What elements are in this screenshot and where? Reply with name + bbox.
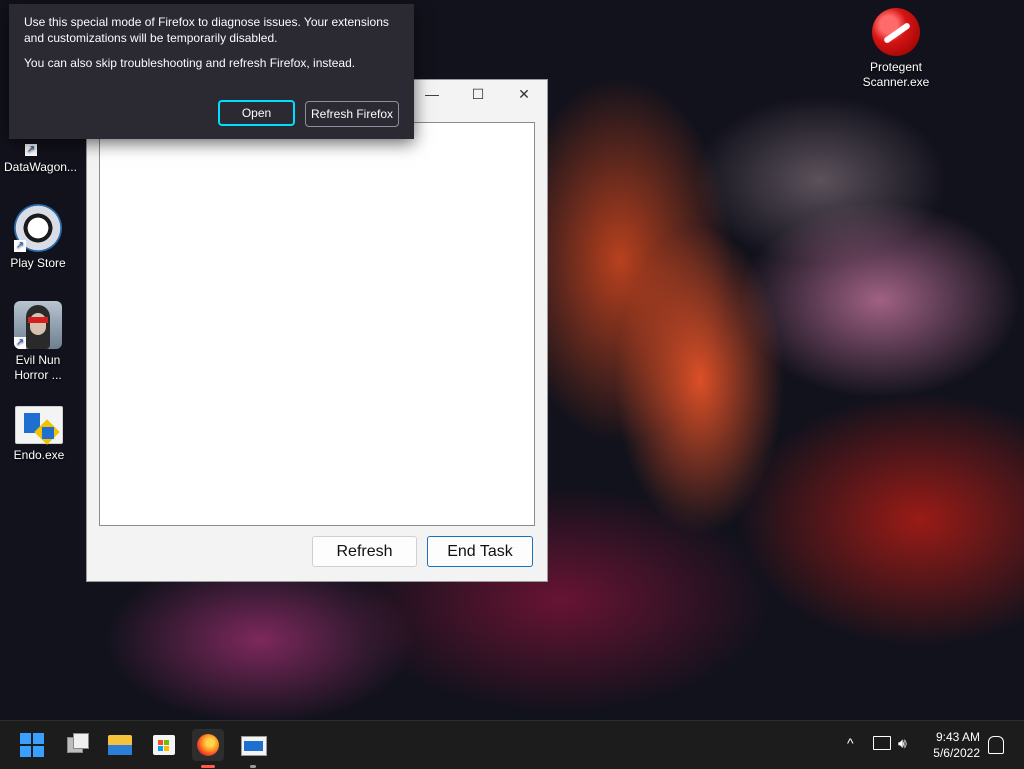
desktop-icon-endo[interactable]: Endo.exe <box>4 404 74 463</box>
desktop-icon-protegent[interactable]: Protegent Scanner.exe <box>861 8 931 90</box>
refresh-button[interactable]: Refresh <box>312 536 417 567</box>
microsoft-store-button[interactable] <box>148 729 180 761</box>
file-explorer-button[interactable] <box>104 729 136 761</box>
firefox-taskbar-button[interactable] <box>192 729 224 768</box>
shortcut-arrow-icon: ↗ <box>14 240 26 252</box>
end-task-button[interactable]: End Task <box>427 536 533 567</box>
firefox-icon <box>197 734 219 756</box>
maximize-button[interactable]: ☐ <box>455 80 501 110</box>
task-view-button[interactable] <box>61 729 93 761</box>
app-window-icon <box>241 736 267 756</box>
endo-exe-icon <box>15 406 63 445</box>
start-button[interactable] <box>16 729 48 761</box>
taskbar: ^ 🔊︎ 9:43 AM 5/6/2022 <box>0 720 1024 769</box>
desktop-icon-label: Play Store <box>10 256 66 270</box>
notification-icon[interactable] <box>988 736 1004 754</box>
clock-date: 5/6/2022 <box>933 746 980 760</box>
shortcut-arrow-icon: ↗ <box>14 337 26 349</box>
process-listbox[interactable] <box>99 122 535 526</box>
desktop-icon-label: Endo.exe <box>13 448 65 462</box>
microsoft-store-icon <box>153 735 175 755</box>
minimize-button[interactable]: — <box>409 80 455 110</box>
desktop-icon-label: DataWagon... <box>4 160 77 174</box>
windows-start-icon <box>20 733 44 757</box>
close-button[interactable]: ✕ <box>501 80 547 110</box>
network-icon[interactable] <box>873 736 891 750</box>
firefox-troubleshoot-dialog: Use this special mode of Firefox to diag… <box>9 4 414 139</box>
desktop-icon-play-store[interactable]: ↗ Play Store <box>3 204 73 271</box>
task-window: — ☐ ✕ Refresh End Task <box>86 79 548 582</box>
desktop-icon-evil-nun[interactable]: ↗ Evil Nun Horror ... <box>3 301 73 383</box>
show-hidden-icons-button[interactable]: ^ <box>847 735 854 751</box>
system-clock[interactable]: 9:43 AM 5/6/2022 <box>933 729 980 761</box>
shortcut-arrow-icon: ↗ <box>25 144 37 156</box>
volume-icon[interactable]: 🔊︎ <box>898 735 907 752</box>
troubleshoot-message: Use this special mode of Firefox to diag… <box>24 15 389 45</box>
refresh-firefox-button[interactable]: Refresh Firefox <box>305 101 399 127</box>
clock-time: 9:43 AM <box>935 730 980 744</box>
desktop-icon-label: Protegent Scanner.exe <box>862 60 930 89</box>
play-store-icon: ↗ <box>14 204 62 252</box>
desktop: ↗ DataWagon... ↗ Play Store ↗ Evil Nun H… <box>0 0 1024 720</box>
open-troubleshoot-button[interactable]: Open <box>218 100 295 126</box>
app-window-taskbar-button[interactable] <box>237 729 269 768</box>
refresh-suggestion-message: You can also skip troubleshooting and re… <box>24 56 356 70</box>
evil-nun-icon: ↗ <box>14 301 62 349</box>
desktop-icon-label: Evil Nun Horror ... <box>14 353 62 382</box>
protegent-scanner-icon <box>872 8 920 56</box>
